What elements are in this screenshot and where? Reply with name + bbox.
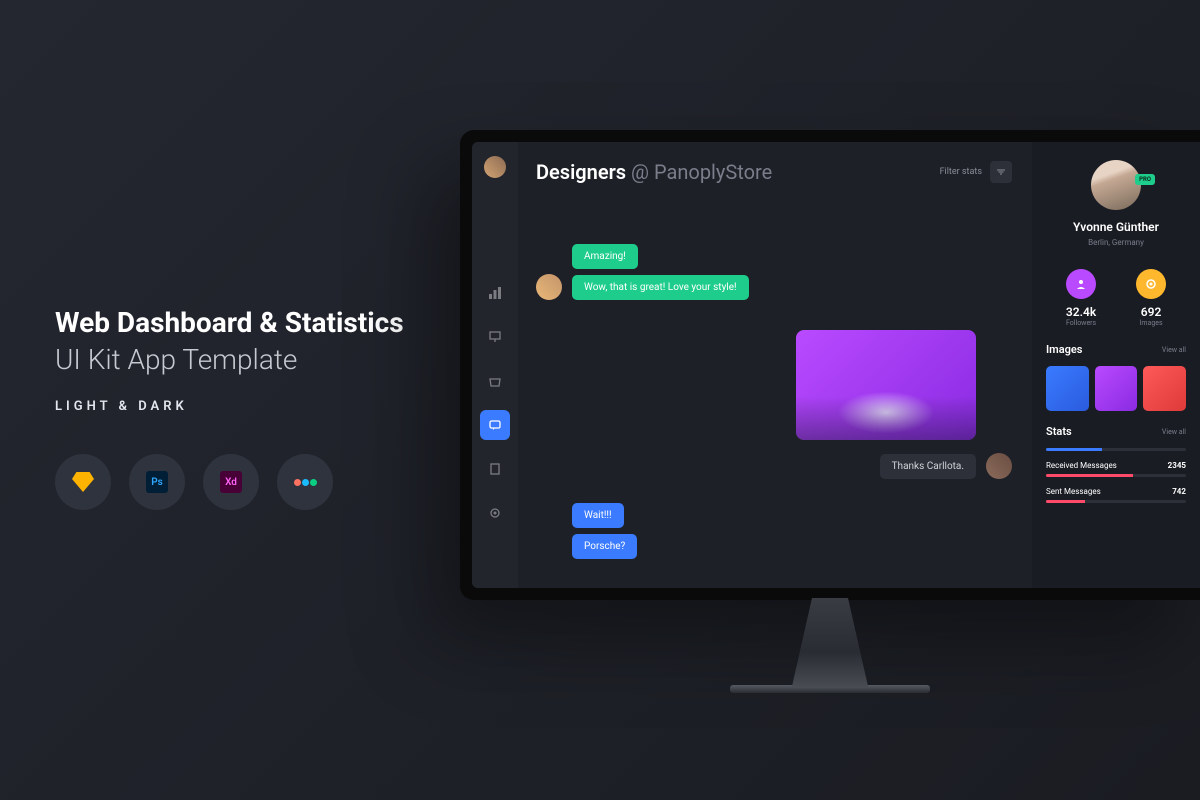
user-avatar[interactable] (484, 156, 506, 178)
message-bubble[interactable]: Wow, that is great! Love your style! (572, 275, 749, 300)
thumbnail[interactable] (1046, 366, 1089, 411)
sender-avatar[interactable] (536, 274, 562, 300)
stat-row: Sent Messages 742 (1046, 487, 1186, 496)
imac-device: Designers @ PanoplyStore Filter stats Am… (460, 130, 1200, 630)
message-bubble[interactable]: Thanks Carllota. (880, 454, 976, 479)
filter-icon (990, 161, 1012, 183)
chat-panel: Designers @ PanoplyStore Filter stats Am… (518, 142, 1032, 588)
stats-section-title: Stats (1046, 425, 1072, 438)
images-icon (1136, 269, 1166, 299)
sender-avatar[interactable] (986, 453, 1012, 479)
sketch-icon (55, 454, 111, 510)
profile-panel: PRO Yvonne Günther Berlin, Germany 32.4k… (1032, 142, 1200, 588)
pro-badge: PRO (1135, 174, 1155, 185)
page-title: Designers @ PanoplyStore (536, 160, 772, 184)
profile-name: Yvonne Günther (1046, 220, 1186, 234)
image-message[interactable] (796, 330, 976, 440)
xd-icon: Xd (203, 454, 259, 510)
message-bubble[interactable]: Wait!!! (572, 503, 624, 528)
message-bubble[interactable]: Porsche? (572, 534, 637, 559)
nav-docs-icon[interactable] (480, 454, 510, 484)
thumbnail[interactable] (1143, 366, 1186, 411)
nav-presentation-icon[interactable] (480, 322, 510, 352)
profile-location: Berlin, Germany (1046, 238, 1186, 247)
followers-icon (1066, 269, 1096, 299)
filter-label: Filter stats (940, 167, 982, 177)
tool-icons-row: Ps Xd (55, 454, 404, 510)
stat-row: Received Messages 2345 (1046, 461, 1186, 470)
team-label: Designers (536, 160, 626, 184)
app-sidebar (472, 142, 518, 588)
figma-icon (277, 454, 333, 510)
message-bubble[interactable]: Amazing! (572, 244, 638, 269)
nav-chat-icon[interactable] (480, 410, 510, 440)
stats-view-all-link[interactable]: View all (1162, 428, 1186, 436)
promo-title: Web Dashboard & Statistics (55, 305, 404, 340)
profile-avatar[interactable]: PRO (1091, 160, 1141, 210)
image-thumbnails (1046, 366, 1186, 411)
images-section-title: Images (1046, 343, 1082, 356)
nav-stats-icon[interactable] (480, 278, 510, 308)
photoshop-icon: Ps (129, 454, 185, 510)
followers-stat[interactable]: 32.4k Followers (1066, 269, 1096, 327)
promo-subtitle: UI Kit App Template (55, 342, 404, 377)
theme-label: LIGHT & DARK (55, 399, 404, 414)
images-view-all-link[interactable]: View all (1162, 346, 1186, 354)
images-stat[interactable]: 692 Images (1136, 269, 1166, 327)
nav-basket-icon[interactable] (480, 366, 510, 396)
filter-stats-button[interactable]: Filter stats (940, 161, 1012, 183)
thumbnail[interactable] (1095, 366, 1138, 411)
nav-settings-icon[interactable] (480, 498, 510, 528)
